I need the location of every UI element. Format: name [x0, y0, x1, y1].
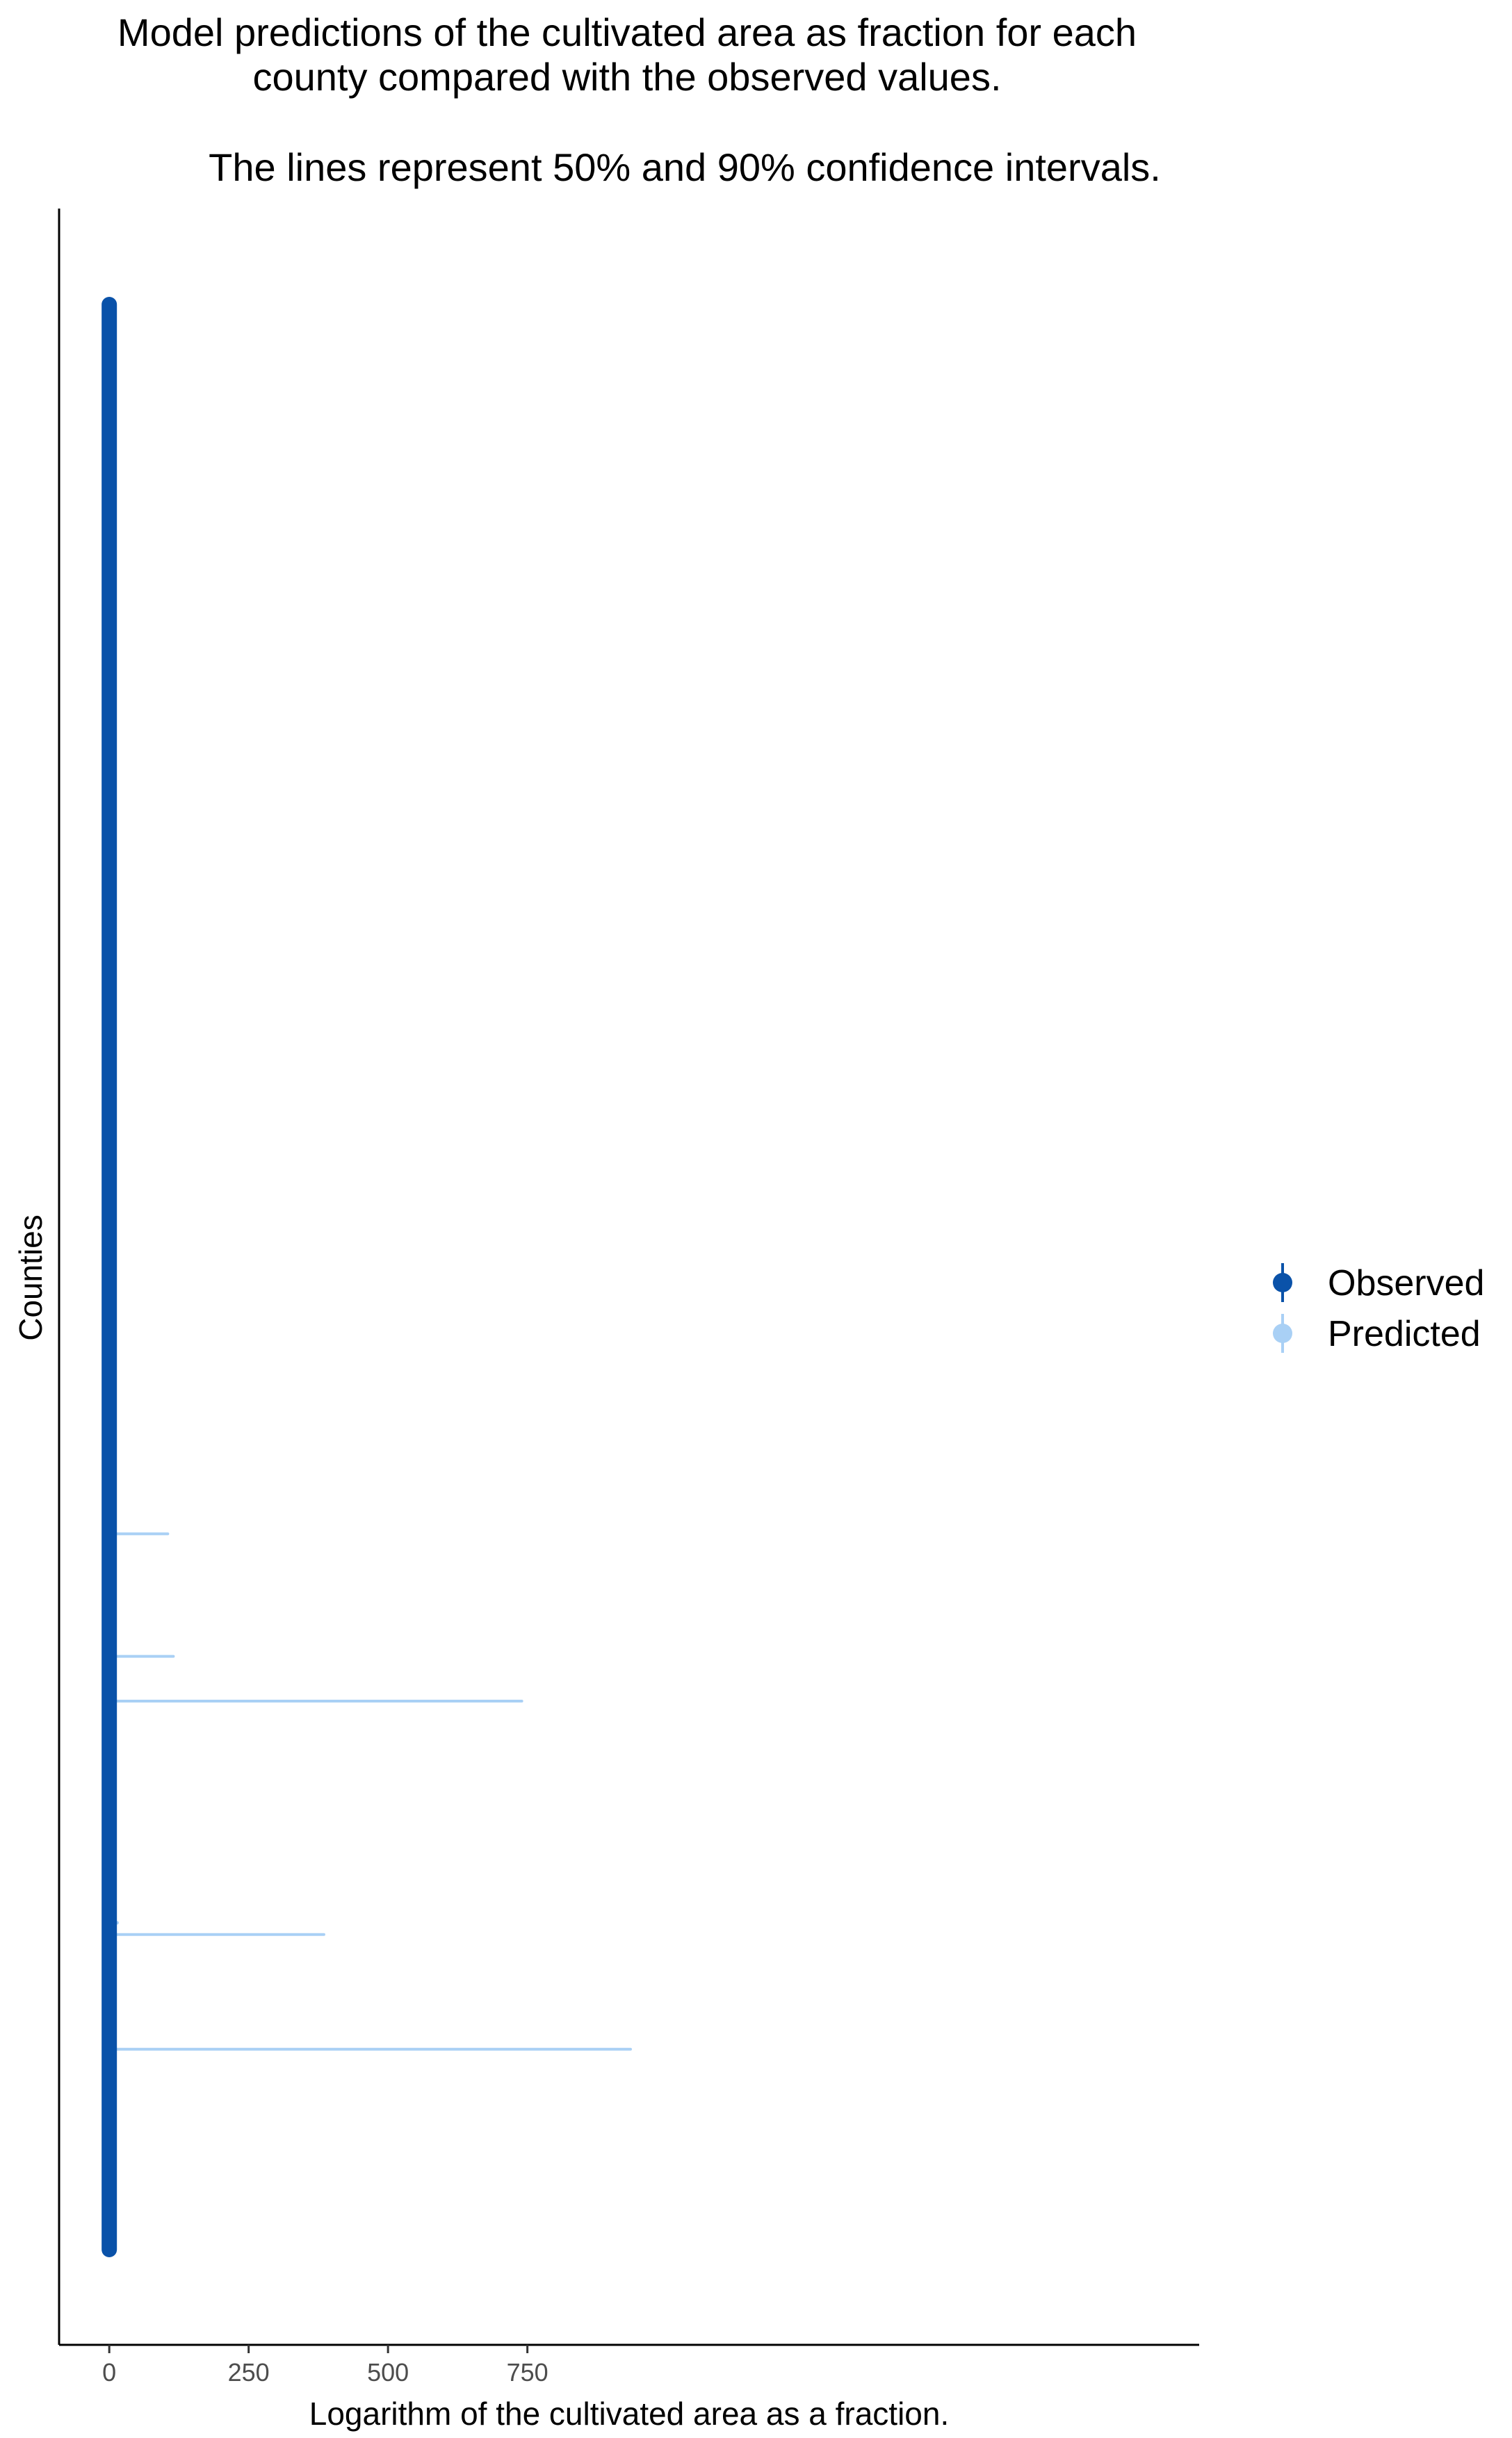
x-tick-label-2: 500 [367, 2358, 409, 2387]
legend-key-dot-1 [1273, 1324, 1292, 1343]
plot-area [101, 297, 633, 2257]
chart-subtitle: The lines represent 50% and 90% confiden… [209, 145, 1161, 189]
chart-title-line-1: Model predictions of the cultivated area… [117, 10, 1137, 54]
legend: Observed Predicted [1273, 1263, 1484, 1354]
legend-label-0: Observed [1328, 1263, 1484, 1303]
chart-title-line-2: county compared with the observed values… [252, 55, 1001, 99]
legend-key-dot-0 [1273, 1273, 1292, 1292]
x-tick-label-3: 750 [507, 2358, 548, 2387]
legend-label-1: Predicted [1328, 1314, 1481, 1354]
x-tick-label-1: 250 [228, 2358, 270, 2387]
x-axis-ticks: 0 250 500 750 [102, 2345, 548, 2387]
chart-svg: Model predictions of the cultivated area… [13, 10, 1484, 2432]
x-axis-title: Logarithm of the cultivated area as a fr… [309, 2396, 950, 2432]
y-axis-title: Counties [13, 1214, 49, 1341]
x-tick-label-0: 0 [102, 2358, 116, 2387]
